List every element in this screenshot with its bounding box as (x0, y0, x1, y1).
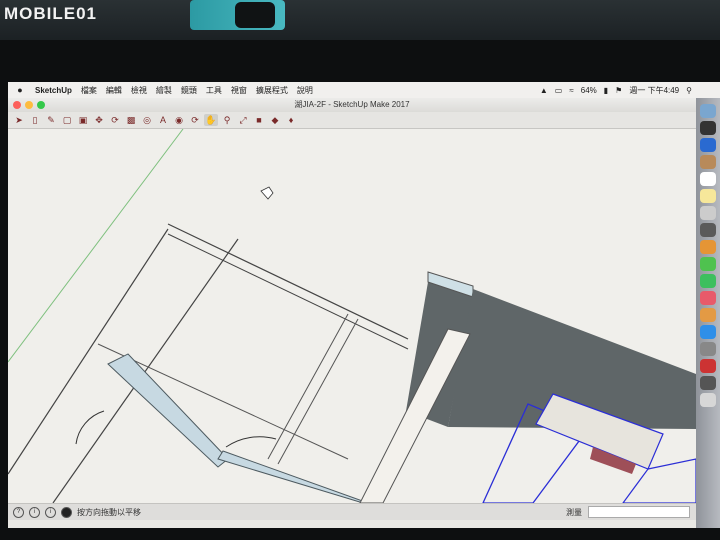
door-swing (225, 436, 277, 448)
credits-icon[interactable]: i (29, 506, 40, 518)
spotlight-icon[interactable]: ⚲ (686, 86, 692, 95)
scale-tool-icon[interactable]: ▩ (124, 114, 138, 126)
system-preferences-icon[interactable] (700, 342, 716, 356)
battery-icon[interactable]: ▮ (604, 86, 608, 95)
push-pull-tool-icon[interactable]: ▣ (76, 114, 90, 126)
wall-segment (107, 353, 229, 468)
drive-icon[interactable]: ▲ (540, 86, 548, 95)
app-icon[interactable] (700, 376, 716, 390)
photos-icon[interactable] (700, 240, 716, 254)
wifi-icon[interactable]: ≈ (569, 86, 573, 95)
reminders-icon[interactable] (700, 206, 716, 220)
status-bar: ? i i 按方向拖動以平移 測量 (8, 503, 696, 520)
launchpad-icon[interactable] (700, 121, 716, 135)
books-icon[interactable] (700, 308, 716, 322)
menu-camera[interactable]: 鏡頭 (181, 85, 197, 96)
watermark-logo: MOBILE01 (4, 4, 98, 23)
close-window-icon[interactable] (13, 101, 21, 109)
dock (696, 98, 720, 528)
status-hint: 按方向拖動以平移 (77, 507, 141, 517)
calendar-icon[interactable] (700, 172, 716, 186)
zoom-extents-icon[interactable]: ⤢ (236, 114, 250, 126)
move-tool-icon[interactable]: ✥ (92, 114, 106, 126)
menu-file[interactable]: 檔案 (81, 85, 97, 96)
info-icon[interactable]: i (45, 506, 56, 518)
status-menus: ▲ ▭ ≈ 64% ▮ ⚑ 週一 下午4:49 ⚲ (540, 85, 692, 96)
toolbar: ➤ ▯ ✎ ▢ ▣ ✥ ⟳ ▩ ◎ A ◉ ⟳ ✋ ⚲ ⤢ ■ ◆ ♦ (8, 112, 700, 129)
wall-line (167, 223, 409, 340)
ruby-icon[interactable]: ♦ (284, 114, 298, 126)
pencil-tool-icon[interactable]: ✎ (44, 114, 58, 126)
menu-draw[interactable]: 繪製 (156, 85, 172, 96)
pan-cursor-icon (260, 186, 274, 200)
wall-line (52, 238, 239, 504)
pan-tool-icon[interactable]: ✋ (204, 114, 218, 126)
screen: ● SketchUp 檔案 編輯 檢視 繪製 鏡頭 工具 視窗 擴展程式 說明 … (8, 82, 720, 528)
extension-icon[interactable]: ◆ (268, 114, 282, 126)
window-title: 湖JIA-2F - SketchUp Make 2017 (294, 100, 410, 109)
safari-icon[interactable] (700, 138, 716, 152)
window-titlebar: 湖JIA-2F - SketchUp Make 2017 (8, 98, 696, 112)
battery-percent[interactable]: 64% (581, 86, 597, 95)
menu-edit[interactable]: 編輯 (106, 85, 122, 96)
tape-measure-icon[interactable]: ◎ (140, 114, 154, 126)
orbit-tool-icon[interactable]: ⟳ (188, 114, 202, 126)
wall-segment (217, 450, 369, 504)
menu-extensions[interactable]: 擴展程式 (256, 85, 288, 96)
wall-line (277, 318, 359, 465)
select-tool-icon[interactable]: ➤ (12, 114, 26, 126)
music-icon[interactable] (700, 291, 716, 305)
contacts-icon[interactable] (700, 155, 716, 169)
zoom-window-icon[interactable] (37, 101, 45, 109)
wall-line (8, 228, 169, 475)
model-viewport[interactable] (8, 128, 697, 504)
instructor-icon[interactable] (61, 506, 72, 518)
maps-icon[interactable] (700, 223, 716, 237)
eraser-tool-icon[interactable]: ▯ (28, 114, 42, 126)
trash-icon[interactable] (700, 393, 716, 407)
minimize-window-icon[interactable] (25, 101, 33, 109)
zoom-tool-icon[interactable]: ⚲ (220, 114, 234, 126)
menu-app-name[interactable]: SketchUp (35, 86, 72, 95)
text-tool-icon[interactable]: A (156, 114, 170, 126)
finder-icon[interactable] (700, 104, 716, 118)
warehouse-icon[interactable]: ■ (252, 114, 266, 126)
menu-view[interactable]: 檢視 (131, 85, 147, 96)
menu-tools[interactable]: 工具 (206, 85, 222, 96)
app-store-icon[interactable] (700, 325, 716, 339)
traffic-lights (13, 101, 45, 109)
background-gadget (235, 2, 275, 28)
wall-line (267, 313, 349, 460)
messages-icon[interactable] (700, 257, 716, 271)
apple-menu-icon[interactable]: ● (14, 85, 26, 95)
measurements-label: 測量 (566, 507, 582, 517)
menu-window[interactable]: 視窗 (231, 85, 247, 96)
wall-line (167, 233, 409, 350)
door-swing (75, 410, 105, 445)
airplay-icon[interactable]: ▭ (555, 86, 563, 95)
menu-help[interactable]: 說明 (297, 85, 313, 96)
flag-icon[interactable]: ⚑ (615, 86, 622, 95)
shape-tool-icon[interactable]: ▢ (60, 114, 74, 126)
photo-background: MOBILE01 (0, 0, 720, 42)
sketchup-icon[interactable] (700, 359, 716, 373)
rotate-tool-icon[interactable]: ⟳ (108, 114, 122, 126)
floor-plan-drawing (8, 128, 697, 504)
notes-icon[interactable] (700, 189, 716, 203)
geo-location-icon[interactable]: ? (13, 506, 24, 518)
measurements-input[interactable] (588, 506, 690, 518)
facetime-icon[interactable] (700, 274, 716, 288)
menu-bar: ● SketchUp 檔案 編輯 檢視 繪製 鏡頭 工具 視窗 擴展程式 說明 … (8, 82, 720, 98)
paint-bucket-icon[interactable]: ◉ (172, 114, 186, 126)
clock[interactable]: 週一 下午4:49 (629, 85, 679, 96)
